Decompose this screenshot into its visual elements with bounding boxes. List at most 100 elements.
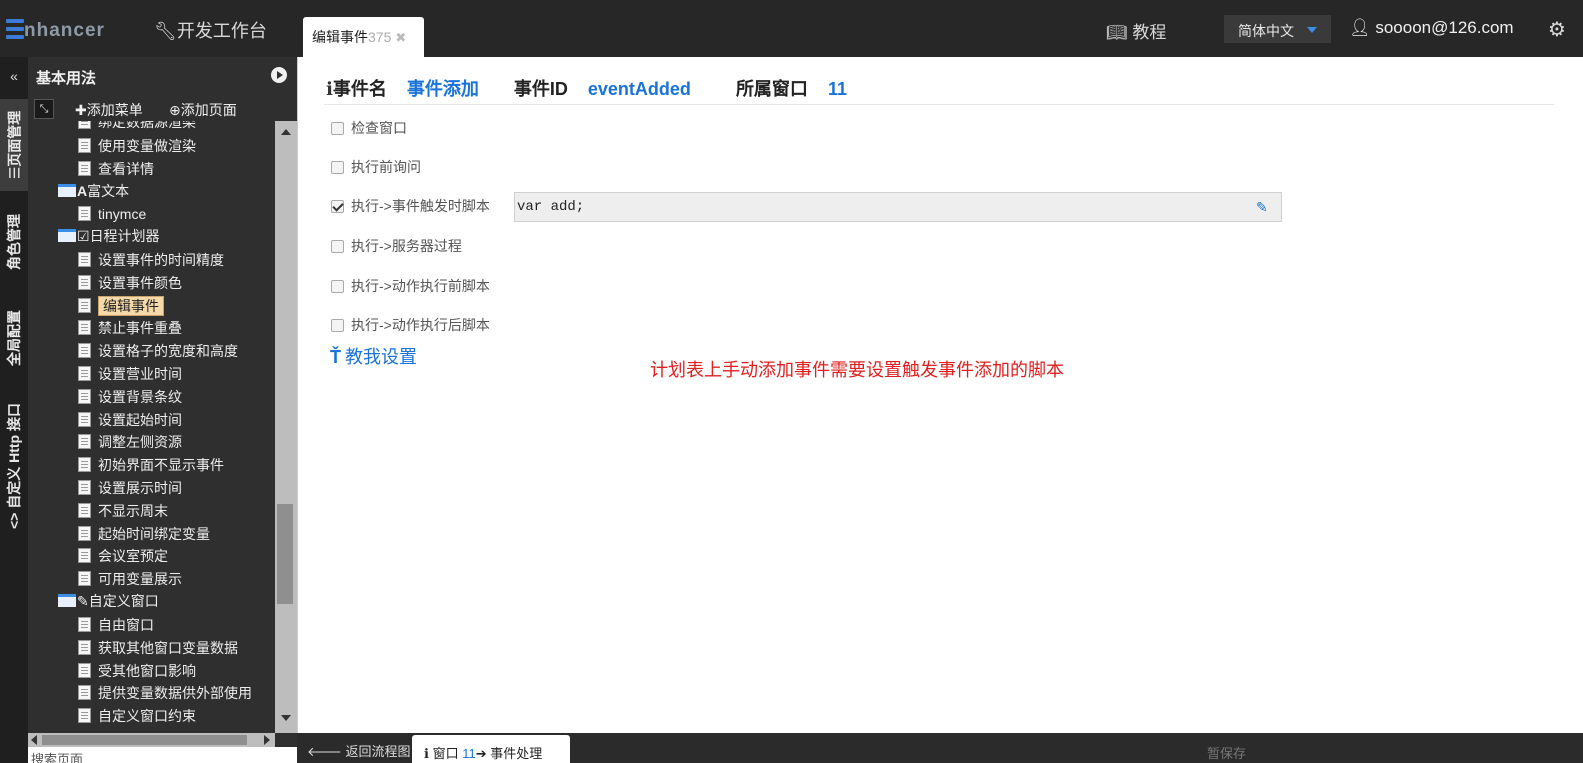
tree-vertical-scrollbar[interactable] xyxy=(275,121,297,733)
tree-item-label: 设置背景条纹 xyxy=(98,389,182,405)
tree-item[interactable]: 设置事件的时间精度 xyxy=(78,250,224,270)
tree-item[interactable]: 获取其他窗口变量数据 xyxy=(78,638,238,658)
tree-item[interactable]: tinymce xyxy=(78,204,146,224)
gear-icon[interactable]: ⚙ xyxy=(1548,17,1566,42)
caret-down-icon xyxy=(1307,27,1317,33)
option-ask-before[interactable]: 执行前询问 xyxy=(331,157,421,177)
tree-item[interactable]: 初始界面不显示事件 xyxy=(78,455,224,475)
tree-item-label: 绑定数据源渲染 xyxy=(98,121,196,130)
tree-item[interactable]: 查看详情 xyxy=(78,159,154,179)
document-icon xyxy=(78,708,91,723)
language-value: 简体中文 xyxy=(1238,23,1294,39)
tab-page-management-label: ☰页面管理 xyxy=(6,110,22,180)
tab-number: 375 xyxy=(368,29,392,45)
close-icon[interactable]: ✖ xyxy=(395,30,406,45)
tab-event-handling[interactable]: ℹ 窗口 11➔ 事件处理 xyxy=(412,735,570,763)
scroll-thumb-horizontal[interactable] xyxy=(42,735,247,745)
option-trigger-script[interactable]: 执行->事件触发时脚本 xyxy=(331,196,490,216)
play-icon[interactable] xyxy=(271,67,287,83)
tree-item-label: 设置事件颜色 xyxy=(98,275,182,291)
tree-item[interactable]: 禁止事件重叠 xyxy=(78,318,182,338)
trigger-script-input[interactable]: var add; xyxy=(514,192,1282,222)
tree-item[interactable]: 设置背景条纹 xyxy=(78,387,182,407)
tab-custom-http[interactable]: <> 自定义 Http 接口 xyxy=(0,391,28,541)
back-to-flow-button[interactable]: 🡐 返回流程图 xyxy=(307,741,411,760)
language-select[interactable]: 简体中文 xyxy=(1224,15,1331,43)
add-page-button[interactable]: ⊕添加页面 xyxy=(169,100,237,120)
option-server-procedure[interactable]: 执行->服务器过程 xyxy=(331,236,462,256)
scroll-left-icon[interactable] xyxy=(31,735,37,745)
document-icon xyxy=(78,640,91,655)
option-label: 执行->动作执行后脚本 xyxy=(351,317,490,333)
document-icon xyxy=(78,275,91,290)
event-id-value: eventAdded xyxy=(587,79,691,99)
scroll-down-icon[interactable] xyxy=(281,715,291,721)
document-icon xyxy=(78,121,91,129)
document-icon xyxy=(78,343,91,358)
checkbox[interactable] xyxy=(331,319,344,332)
tree-folder[interactable]: A富文本 xyxy=(58,181,129,201)
scroll-up-icon[interactable] xyxy=(281,129,291,135)
document-icon xyxy=(78,298,91,313)
tree-item[interactable]: 设置展示时间 xyxy=(78,478,182,498)
tree-item[interactable]: 自由窗口 xyxy=(78,615,154,635)
document-icon xyxy=(78,161,91,176)
option-before-action-script[interactable]: 执行->动作执行前脚本 xyxy=(331,276,490,296)
tree-folder[interactable]: ✎自定义窗口 xyxy=(58,591,159,611)
arrow-right-icon: ➔ xyxy=(475,746,487,761)
tree-item[interactable]: 使用变量做渲染 xyxy=(78,136,196,156)
tree-horizontal-scrollbar[interactable] xyxy=(28,733,275,747)
checkbox[interactable] xyxy=(331,240,344,253)
option-check-window[interactable]: 检查窗口 xyxy=(331,118,407,138)
option-after-action-script[interactable]: 执行->动作执行后脚本 xyxy=(331,315,490,335)
bottom-bar: 🡐 返回流程图 ℹ 窗口 11➔ 事件处理 暂保存 xyxy=(297,733,1583,763)
teach-me-link[interactable]: Ť 教我设置 xyxy=(330,343,417,369)
app-logo[interactable]: nhancer xyxy=(6,16,105,42)
vertical-nav: « ☰页面管理 角色管理 全局配置 <> 自定义 Http 接口 xyxy=(0,57,28,763)
folder-open-icon xyxy=(58,229,76,242)
expand-icon[interactable]: ⤡ xyxy=(34,99,54,119)
tree-item[interactable]: 设置起始时间 xyxy=(78,410,182,430)
tab-role-management[interactable]: 角色管理 xyxy=(0,197,28,287)
document-icon xyxy=(78,457,91,472)
tab-window-number: 11 xyxy=(462,746,476,761)
tutorial-link[interactable]: 📖︎ 教程 xyxy=(1106,18,1166,43)
add-menu-button[interactable]: ✚添加菜单 xyxy=(75,100,143,120)
tree-item[interactable]: 调整左侧资源 xyxy=(78,432,182,452)
checkbox-checked[interactable] xyxy=(331,200,344,213)
tab-page-management[interactable]: ☰页面管理 xyxy=(0,99,28,191)
arrow-left-icon: 🡐 xyxy=(307,744,342,759)
scroll-right-icon[interactable] xyxy=(264,735,270,745)
tree-item[interactable]: 绑定数据源渲染 xyxy=(78,121,196,132)
calendar-icon: ☑ xyxy=(77,228,90,244)
collapse-icon[interactable]: « xyxy=(0,68,28,84)
checkbox[interactable] xyxy=(331,280,344,293)
temp-save-button[interactable]: 暂保存 xyxy=(1207,743,1246,762)
page-search-input[interactable]: 搜索页面 xyxy=(28,747,297,763)
tree-item[interactable]: 设置格子的宽度和高度 xyxy=(78,341,238,361)
tree-item[interactable]: 提供变量数据供外部使用 xyxy=(78,683,252,703)
dev-workbench-link[interactable]: 🔧︎开发工作台 xyxy=(154,17,267,43)
user-menu[interactable]: 👤︎ soooon@126.com xyxy=(1349,18,1514,38)
tree-item[interactable]: 设置事件颜色 xyxy=(78,273,182,293)
scroll-thumb[interactable] xyxy=(277,504,293,604)
tab-edit-event[interactable]: 编辑事件375 ✖ xyxy=(303,17,424,57)
tree-item-selected[interactable]: 编辑事件 xyxy=(78,296,164,316)
tree-item[interactable]: 起始时间绑定变量 xyxy=(78,524,210,544)
tree-item[interactable]: 会议室预定 xyxy=(78,546,168,566)
tree-item[interactable]: 可用变量展示 xyxy=(78,569,182,589)
tree-item[interactable]: 受其他窗口影响 xyxy=(78,661,196,681)
checkbox[interactable] xyxy=(331,161,344,174)
checkbox[interactable] xyxy=(331,122,344,135)
tree-item-label: 初始界面不显示事件 xyxy=(98,457,224,473)
tree-item-label: 可用变量展示 xyxy=(98,571,182,587)
window-label: 所属窗口 xyxy=(735,79,808,99)
tree-item[interactable]: 不显示周末 xyxy=(78,501,168,521)
document-icon xyxy=(78,389,91,404)
tab-global-config[interactable]: 全局配置 xyxy=(0,293,28,383)
pencil-icon[interactable]: ✎ xyxy=(1256,199,1268,216)
tree-item[interactable]: 设置营业时间 xyxy=(78,364,182,384)
tree-item[interactable]: 自定义窗口约束 xyxy=(78,706,196,726)
tree-folder[interactable]: ☑日程计划器 xyxy=(58,226,160,246)
tab-custom-http-label: <> 自定义 Http 接口 xyxy=(6,402,23,530)
